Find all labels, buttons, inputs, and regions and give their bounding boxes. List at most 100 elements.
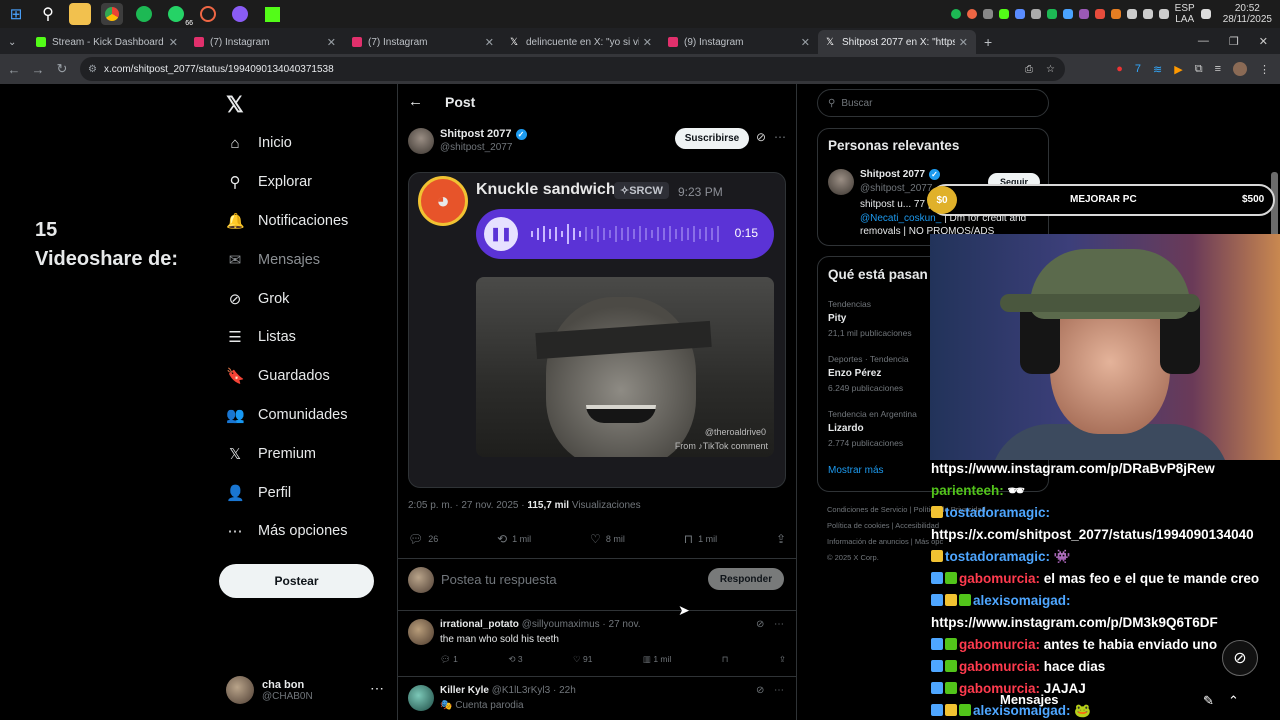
tray-icon[interactable] (982, 9, 993, 19)
reply-input[interactable]: Postea tu respuesta (441, 572, 557, 587)
reply-post[interactable]: irrational_potato @sillyoumaximus · 27 n… (408, 619, 786, 674)
browser-tab[interactable]: 𝕏delincuente en X: "yo si viene v✕ (502, 30, 660, 54)
more-icon[interactable]: ⋯ (370, 680, 384, 697)
spotify-icon[interactable] (133, 3, 155, 25)
tray-icon[interactable] (1014, 9, 1025, 19)
browser-tab-active[interactable]: 𝕏 Shitpost 2077 en X: "https:/✕ (818, 30, 976, 54)
repost-button[interactable]: ⟲ 1 mil (497, 532, 531, 546)
author-name[interactable]: Shitpost 2077 ✓ (440, 128, 527, 140)
forward-icon[interactable]: → (26, 62, 50, 77)
avatar[interactable] (408, 619, 434, 645)
extension-icon[interactable]: 7 (1135, 63, 1141, 75)
browser-tab[interactable]: (7) Instagram ✕ (344, 30, 502, 54)
post-media[interactable]: ◕ Knuckle sandwich ✧SRCW 9:23 PM ❚❚ 0:15… (408, 172, 786, 488)
reading-list-icon[interactable]: ≡ (1215, 63, 1221, 75)
kick-icon[interactable] (261, 3, 283, 25)
tray-icon[interactable] (1046, 9, 1057, 19)
profile-avatar-icon[interactable] (1233, 62, 1247, 76)
chrome-icon[interactable] (101, 3, 123, 25)
sidebar-item-comunidades[interactable]: 👥 Comunidades (226, 396, 348, 435)
reply-button[interactable]: 💬︎ 26 (408, 532, 438, 546)
search-icon[interactable]: ⚲ (37, 3, 59, 25)
sidebar-item-grok[interactable]: ⊘ Grok (226, 279, 348, 318)
video-thumbnail[interactable]: @theroaldrive0 From ♪TikTok comment (476, 277, 774, 457)
close-tab-icon[interactable]: ✕ (959, 36, 968, 49)
sidebar-item-mas-opciones[interactable]: ⋯ Más opciones (226, 512, 348, 551)
sidebar-item-premium[interactable]: 𝕏 Premium (226, 434, 348, 473)
relevant-name[interactable]: Shitpost 2077 ✓ (860, 169, 941, 180)
tray-icon[interactable] (998, 9, 1009, 19)
install-icon[interactable]: ⎙ (1025, 64, 1033, 75)
browser-tab[interactable]: Stream - Kick Dashboard ✕ (28, 30, 186, 54)
sidebar-item-explorar[interactable]: ⚲ Explorar (226, 163, 348, 202)
footer-link[interactable]: Política de cookies (827, 521, 890, 530)
tray-icon[interactable] (950, 9, 961, 19)
trend-item[interactable]: Tendencias Pity 21,1 mil publicaciones (828, 299, 912, 338)
post-timestamp[interactable]: 2:05 p. m. · 27 nov. 2025 · (408, 500, 525, 511)
tab-menu-button[interactable]: ⌄ (0, 30, 28, 54)
browser-tab[interactable]: (7) Instagram ✕ (186, 30, 344, 54)
chrome-menu-icon[interactable]: ⋮ (1259, 63, 1270, 76)
more-icon[interactable]: ⋯ (774, 619, 784, 630)
tray-icon[interactable] (1094, 9, 1105, 19)
audio-player[interactable]: ❚❚ 0:15 (476, 209, 774, 259)
app-icon[interactable] (197, 3, 219, 25)
new-tab-button[interactable]: + (976, 30, 1004, 54)
subscribe-button[interactable]: Suscribirse (675, 128, 749, 149)
author-handle[interactable]: @shitpost_2077 (440, 142, 512, 153)
sidebar-item-notificaciones[interactable]: 🔔 Notificaciones (226, 202, 348, 241)
extension-icon[interactable]: ≋ (1153, 63, 1162, 76)
windows-start-icon[interactable]: ⊞ (5, 3, 27, 25)
trend-item[interactable]: Deportes · Tendencia Enzo Pérez 6.249 publ… (828, 354, 909, 393)
maximize-icon[interactable]: ❐ (1229, 35, 1239, 48)
show-more-link[interactable]: Mostrar más (828, 465, 884, 476)
discord-icon[interactable] (229, 3, 251, 25)
grok-icon[interactable]: ⊘ (756, 130, 766, 144)
more-icon[interactable]: ⋯ (774, 685, 784, 696)
share-icon[interactable]: ⇪ (779, 654, 786, 665)
close-tab-icon[interactable]: ✕ (327, 36, 336, 49)
extension-icon[interactable]: ● (1116, 63, 1123, 75)
bookmark-button[interactable]: ⊓ 1 mil (684, 532, 717, 546)
file-explorer-icon[interactable] (69, 3, 91, 25)
whatsapp-icon[interactable]: 66 (165, 3, 193, 27)
messages-drawer-label[interactable]: Mensajes (1000, 692, 1059, 707)
tray-icon[interactable] (1126, 9, 1137, 19)
reply-button[interactable]: 💬︎ 1 (440, 654, 458, 665)
relevant-handle[interactable]: @shitpost_2077 (860, 183, 932, 194)
close-tab-icon[interactable]: ✕ (801, 36, 810, 49)
x-logo[interactable]: 𝕏 (226, 92, 244, 118)
like-button[interactable]: ♡ 8 mil (590, 532, 625, 546)
new-message-icon[interactable]: ✎ (1203, 693, 1214, 709)
sidebar-item-guardados[interactable]: 🔖 Guardados (226, 357, 348, 396)
tray-icon[interactable] (1078, 9, 1089, 19)
sidebar-item-listas[interactable]: ☰ Listas (226, 318, 348, 357)
footer-link[interactable]: Información de anuncios (827, 537, 909, 546)
sidebar-item-mensajes[interactable]: ✉ Mensajes (226, 240, 348, 279)
grok-icon[interactable]: ⊘ (756, 619, 764, 630)
clock[interactable]: 20:52 28/11/2025 (1223, 3, 1272, 25)
back-arrow-icon[interactable]: ← (408, 93, 423, 110)
tray-icon[interactable] (966, 9, 977, 19)
author-avatar[interactable] (408, 128, 434, 154)
views-button[interactable]: ▥ 1 mil (643, 654, 671, 665)
expand-icon[interactable]: ⌃ (1228, 693, 1239, 709)
bookmark-icon[interactable]: ⊓ (722, 654, 729, 665)
avatar[interactable] (408, 685, 434, 711)
extensions-puzzle-icon[interactable]: ⧉ (1195, 63, 1203, 76)
close-window-icon[interactable]: ✕ (1259, 35, 1268, 48)
tray-icon[interactable] (1062, 9, 1073, 19)
mention-link[interactable]: @Necati_coskun_ (860, 213, 941, 224)
close-tab-icon[interactable]: ✕ (169, 36, 178, 49)
account-switcher[interactable]: cha bon @CHAB0N (226, 676, 313, 704)
reply-post[interactable]: Killer Kyle @K1lL3rKyl3 · 22h ⊘ ⋯ 🎭 Cuen… (408, 685, 786, 720)
url-field[interactable]: ⚙ x.com/shitpost_2077/status/19940901340… (80, 57, 1065, 81)
extension-icon[interactable]: ▶ (1174, 63, 1182, 76)
tray-icon[interactable] (1158, 9, 1169, 19)
tray-icon[interactable] (1142, 9, 1153, 19)
grok-float-icon[interactable]: ⊘ (1222, 640, 1258, 676)
sidebar-item-inicio[interactable]: ⌂ Inicio (226, 124, 348, 163)
trend-item[interactable]: Tendencia en Argentina Lizardo 2.774 publi… (828, 409, 917, 448)
bookmark-star-icon[interactable]: ☆ (1046, 64, 1055, 75)
reply-submit-button[interactable]: Responder (708, 568, 784, 590)
